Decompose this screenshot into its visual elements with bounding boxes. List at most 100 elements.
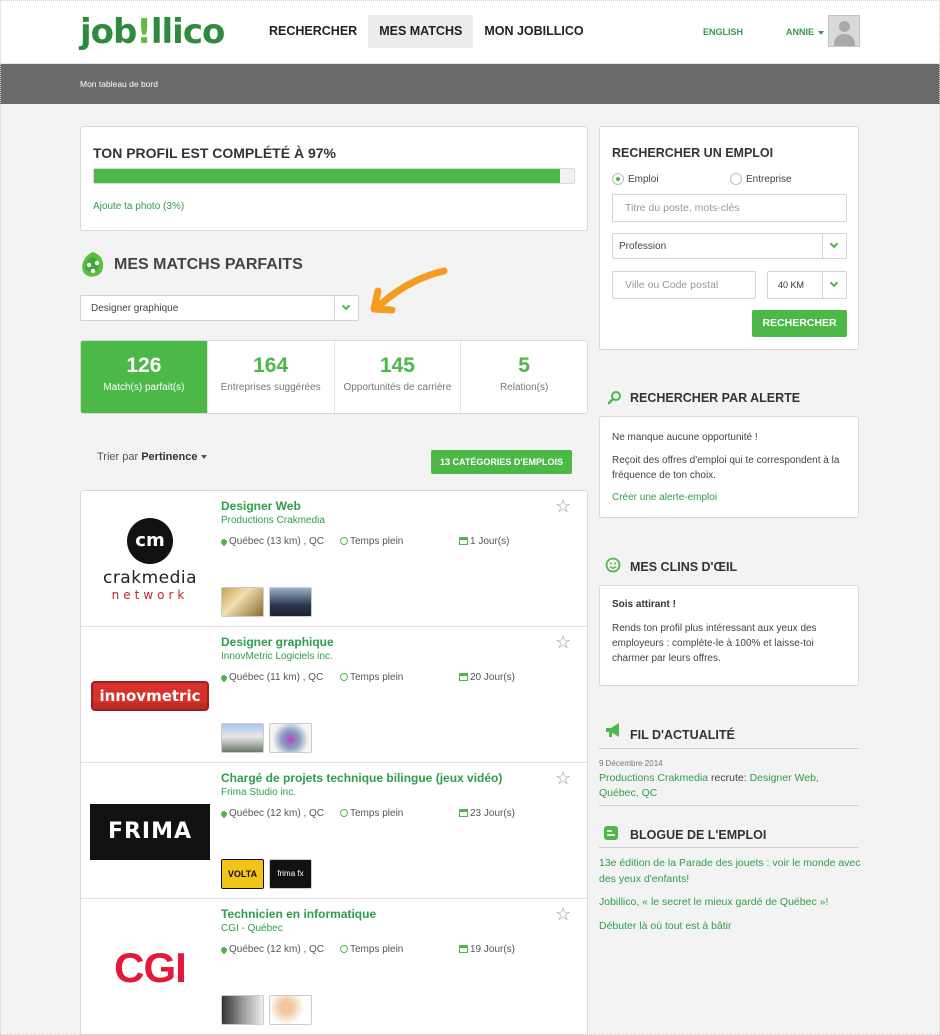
stat-relations[interactable]: 5 Relation(s) <box>460 341 587 413</box>
job-age: 19 Jour(s) <box>459 944 515 955</box>
calendar-icon <box>459 673 468 681</box>
main-nav: RECHERCHER MES MATCHS MON JOBILLICO <box>258 15 595 48</box>
office-photo-thumbnail[interactable] <box>221 587 264 617</box>
profile-completion-panel: TON PROFIL EST COMPLÉTÉ À 97% Ajoute ta … <box>80 126 588 231</box>
feed-verb: recrute: <box>708 772 750 784</box>
jobillico-logo[interactable]: job!llico <box>80 12 225 52</box>
blog-post-link[interactable]: Débuter là où tout est à bâtir <box>599 918 861 934</box>
job-title[interactable]: Chargé de projets technique bilingue (je… <box>221 771 502 785</box>
search-button[interactable]: RECHERCHER <box>752 310 847 337</box>
company-logo-cgi[interactable]: CGI <box>89 913 211 1023</box>
job-card[interactable]: innovmetric Designer graphique InnovMetr… <box>81 627 587 763</box>
building-photo-thumbnail[interactable] <box>221 723 264 753</box>
alert-line1: Ne manque aucune opportunité ! <box>612 432 758 443</box>
megaphone-icon <box>606 723 619 737</box>
company-logo-innovmetric[interactable]: innovmetric <box>89 641 211 751</box>
sort-dropdown[interactable]: Trier par Pertinence <box>97 451 208 463</box>
job-title[interactable]: Designer graphique <box>221 635 334 649</box>
stat-value: 126 <box>126 354 162 377</box>
nav-mes-matchs[interactable]: MES MATCHS <box>368 15 474 48</box>
nav-rechercher[interactable]: RECHERCHER <box>258 15 368 48</box>
job-location: Québec (12 km) , QC <box>219 944 324 955</box>
company-name[interactable]: Productions Crakmedia <box>221 515 325 526</box>
stat-value: 5 <box>518 354 530 377</box>
job-card[interactable]: FRIMA Chargé de projets technique biling… <box>81 763 587 899</box>
star-icon[interactable]: ☆ <box>555 633 571 651</box>
job-title[interactable]: Designer Web <box>221 499 301 513</box>
orange-arrow-icon <box>370 267 448 314</box>
company-name[interactable]: Frima Studio inc. <box>221 787 296 798</box>
top-bar: job!llico RECHERCHER MES MATCHS MON JOBI… <box>0 0 940 64</box>
user-menu[interactable]: ANNIE <box>786 27 825 37</box>
company-name[interactable]: InnovMetric Logiciels inc. <box>221 651 333 662</box>
nav-mon-jobillico[interactable]: MON JOBILLICO <box>473 15 594 48</box>
chevron-down-icon[interactable] <box>822 234 846 258</box>
breadcrumb[interactable]: Mon tableau de bord <box>80 79 158 89</box>
alert-line2: Reçoit des offres d'emploi qui te corres… <box>612 455 840 481</box>
matchs-parfaits-title: MES MATCHS PARFAITS <box>114 256 303 273</box>
stat-entreprises-suggerees[interactable]: 164 Entreprises suggérées <box>206 341 334 413</box>
distance-value: 40 KM <box>778 280 805 290</box>
star-icon[interactable]: ☆ <box>555 497 571 515</box>
job-location: Québec (11 km) , QC <box>219 672 323 683</box>
company-logo-frima[interactable]: FRIMA <box>89 777 211 887</box>
stat-label: Opportunités de carrière <box>343 382 452 393</box>
team-photo-thumbnail[interactable] <box>269 587 312 617</box>
job-card[interactable]: CGI Technicien en informatique CGI - Qué… <box>81 899 587 1035</box>
blog-post-link[interactable]: Jobillico, « le secret le mieux gardé de… <box>599 894 861 910</box>
stat-label: Relation(s) <box>499 382 549 393</box>
star-icon[interactable]: ☆ <box>555 769 571 787</box>
radio-entreprise[interactable]: Entreprise <box>730 173 792 185</box>
divider <box>599 847 859 848</box>
volta-logo-thumbnail[interactable]: VOLTA <box>221 859 264 889</box>
map-pin-icon <box>219 809 229 819</box>
job-search-title: RECHERCHER UN EMPLOI <box>612 146 774 160</box>
clins-heading: Sois attirant ! <box>612 599 676 610</box>
stat-matchs-parfaits[interactable]: 126 Match(s) parfait(s) <box>81 341 207 413</box>
stat-value: 164 <box>253 354 289 377</box>
add-photo-link[interactable]: Ajoute ta photo (3%) <box>93 201 184 212</box>
software-render-thumbnail[interactable] <box>269 723 312 753</box>
star-icon[interactable]: ☆ <box>555 905 571 923</box>
company-name[interactable]: CGI - Québec <box>221 923 283 934</box>
profile-completion-title: TON PROFIL EST COMPLÉTÉ À 97% <box>93 145 336 161</box>
company-logo-crakmedia[interactable]: cm crakmedia network <box>89 505 211 615</box>
postal-code-input[interactable]: Ville ou Code postal <box>612 271 756 299</box>
chevron-down-icon[interactable] <box>334 296 358 320</box>
keywords-input[interactable]: Titre du poste, mots-clés <box>612 194 847 222</box>
people-photo-thumbnail[interactable] <box>221 995 264 1025</box>
caret-down-icon <box>201 455 208 460</box>
chevron-down-icon[interactable] <box>822 272 846 298</box>
create-alert-link[interactable]: Créer une alerte-emploi <box>612 492 717 503</box>
blog-post-link[interactable]: 13e édition de la Parade des jouets : vo… <box>599 855 861 887</box>
job-search-panel: RECHERCHER UN EMPLOI Emploi Entreprise T… <box>599 126 859 350</box>
job-categories-button[interactable]: 13 CATÉGORIES D'EMPLOIS <box>431 450 572 474</box>
stat-label: Entreprises suggérées <box>220 382 321 393</box>
user-name: ANNIE <box>786 27 815 37</box>
stat-opportunites[interactable]: 145 Opportunités de carrière <box>333 341 461 413</box>
job-location: Québec (12 km) , QC <box>219 808 324 819</box>
job-thumbnails <box>221 587 317 617</box>
job-type: Temps plein <box>340 536 403 547</box>
radio-emploi[interactable]: Emploi <box>612 173 659 185</box>
matchs-people-icon <box>82 252 104 277</box>
job-list: cm crakmedia network Designer Web Produc… <box>80 490 588 1035</box>
people-photo-thumbnail[interactable] <box>269 995 312 1025</box>
avatar[interactable] <box>828 15 860 47</box>
sort-value: Pertinence <box>141 451 198 463</box>
job-title[interactable]: Technicien en informatique <box>221 907 376 921</box>
profession-select[interactable]: Profession <box>612 233 847 259</box>
frimafx-logo-thumbnail[interactable]: frima fx <box>269 859 312 889</box>
profession-select-value: Profession <box>619 241 667 252</box>
feed-company-link[interactable]: Productions Crakmedia <box>599 772 708 784</box>
clins-panel: Sois attirant ! Rends ton profil plus in… <box>599 585 859 686</box>
calendar-icon <box>459 537 468 545</box>
distance-select[interactable]: 40 KM <box>767 271 847 299</box>
language-link[interactable]: ENGLISH <box>703 27 743 37</box>
clins-section-title: MES CLINS D'ŒIL <box>630 560 738 574</box>
caret-down-icon <box>818 30 825 35</box>
job-card[interactable]: cm crakmedia network Designer Web Produc… <box>81 491 587 627</box>
map-pin-icon <box>219 673 229 683</box>
alert-section-title: RECHERCHER PAR ALERTE <box>630 391 801 405</box>
job-title-select[interactable]: Designer graphique <box>80 295 359 321</box>
